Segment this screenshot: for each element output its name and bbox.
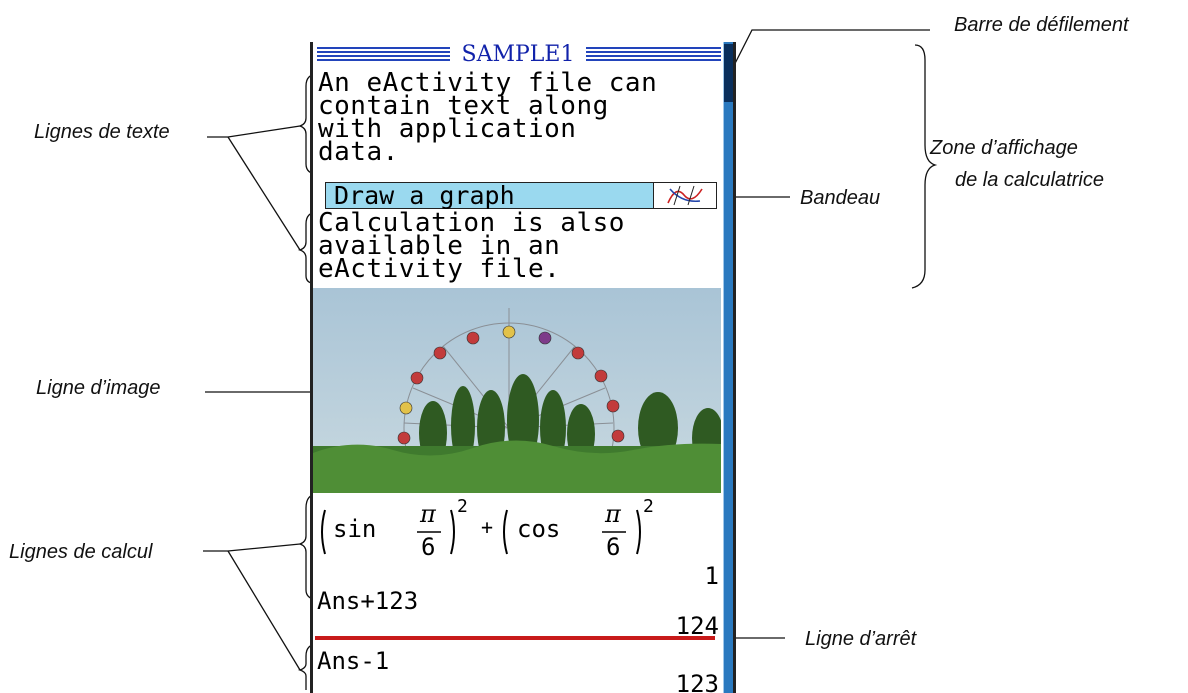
denominator: 6 (421, 533, 436, 561)
calc-expression-3[interactable]: Ans-1 (317, 647, 389, 675)
calc-result-3: 123 (675, 670, 719, 693)
label-image-line: Ligne d’image (36, 377, 161, 399)
label-strip: Bandeau (800, 187, 881, 209)
scrollbar[interactable] (723, 42, 733, 693)
calculator-screen: SAMPLE1 An eActivity file can contain te… (310, 42, 736, 693)
pi-numerator: π (420, 500, 436, 528)
calc-expression-2[interactable]: Ans+123 (317, 587, 418, 615)
stop-line (315, 636, 715, 640)
label-stop-line: Ligne d’arrêt (805, 628, 917, 650)
strip-label: Draw a graph (334, 181, 515, 210)
cos-function: cos (517, 515, 561, 543)
title-stripes-right (585, 47, 721, 63)
file-title: SAMPLE1 (450, 42, 586, 67)
sin-function: sin (333, 515, 377, 543)
graph-strip[interactable]: Draw a graph (325, 181, 717, 210)
title-bar: SAMPLE1 (317, 42, 721, 68)
text-line[interactable]: data. (318, 139, 399, 165)
plus-operator: + (481, 515, 494, 539)
text-line[interactable]: eActivity file. (318, 256, 560, 282)
pi-numerator: π (605, 500, 621, 528)
label-display-area-1: Zone d’affichage (930, 137, 1078, 159)
denominator: 6 (606, 533, 621, 561)
exponent: 2 (643, 496, 654, 517)
graph-icon (653, 183, 716, 208)
label-text-lines: Lignes de texte (34, 121, 170, 143)
label-scrollbar: Barre de défilement (954, 14, 1129, 36)
scrollbar-thumb[interactable] (724, 44, 733, 102)
exponent: 2 (457, 496, 468, 517)
calc-result-1: 1 (704, 562, 719, 590)
label-display-area-2: de la calculatrice (955, 169, 1104, 191)
label-calc-lines: Lignes de calcul (9, 541, 153, 563)
title-stripes-left (317, 47, 451, 63)
calc-expression-1[interactable]: sin π 6 2 + cos π 6 2 (317, 496, 677, 562)
ferris-wheel-photo[interactable] (313, 288, 721, 493)
